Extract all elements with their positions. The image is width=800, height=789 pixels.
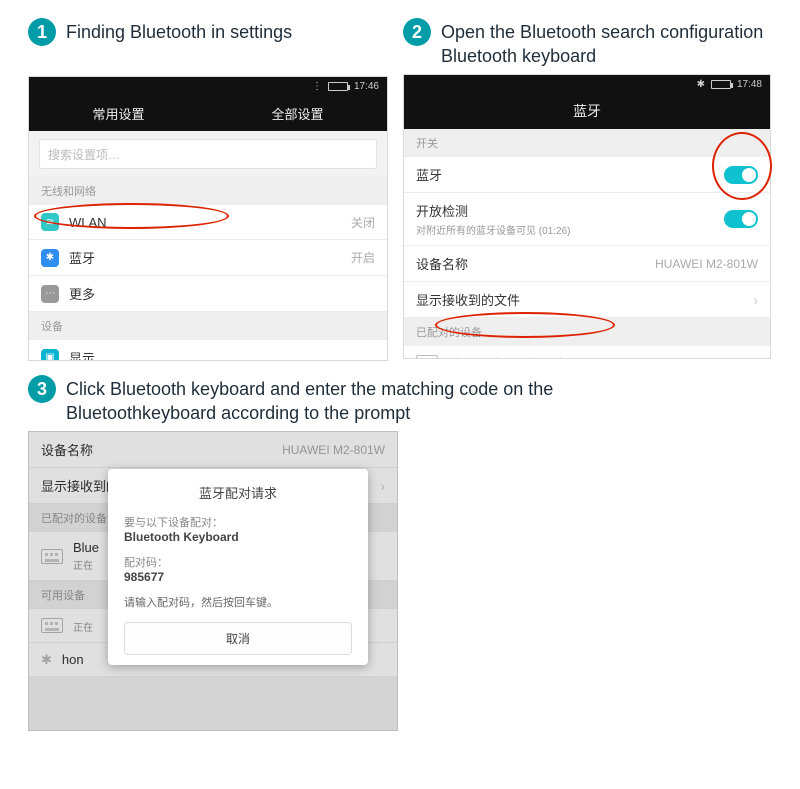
tab-common-settings[interactable]: 常用设置 — [29, 95, 208, 131]
chevron-right-icon: › — [753, 292, 758, 308]
item-device-name[interactable]: 设备名称 HUAWEI M2-801W — [404, 246, 770, 282]
status-bar: ✱ 17:48 — [404, 75, 770, 93]
display-label: 显示 — [69, 348, 375, 361]
search-input[interactable]: 搜索设置项… — [39, 139, 377, 169]
status-bar: ⋮ 17:46 — [29, 77, 387, 95]
pair-with-label: 要与以下设备配对： — [124, 514, 352, 530]
step2-badge: 2 — [403, 18, 431, 46]
item-bt-toggle[interactable]: 蓝牙 — [404, 157, 770, 193]
step3-text: Click Bluetooth keyboard and enter the m… — [66, 375, 553, 425]
wlan-label: WLAN — [69, 215, 341, 230]
display-icon: ▣ — [41, 349, 59, 362]
bt-label: 蓝牙 — [416, 165, 714, 184]
device-name-value: HUAWEI M2-801W — [655, 257, 758, 271]
cancel-button[interactable]: 取消 — [124, 622, 352, 655]
step3-badge: 3 — [28, 375, 56, 403]
pair-instruction: 请输入配对码，然后按回车键。 — [124, 594, 352, 610]
screen-title: 蓝牙 — [404, 93, 770, 129]
step2-text: Open the Bluetooth search configuration … — [441, 18, 763, 68]
section-switch: 开关 — [404, 129, 770, 157]
screenshot-bluetooth: ✱ 17:48 蓝牙 开关 蓝牙 开放检测 对附近所有的蓝牙设备可见 (01:2… — [403, 74, 771, 359]
bluetooth-state: 开启 — [351, 249, 375, 266]
pair-code-label: 配对码： — [124, 554, 352, 570]
keyboard-icon — [416, 355, 438, 359]
item-wlan[interactable]: ≋ WLAN 关闭 — [29, 205, 387, 240]
item-display[interactable]: ▣ 显示 — [29, 340, 387, 361]
item-more[interactable]: ⋯ 更多 — [29, 276, 387, 312]
more-icon: ⋯ — [41, 285, 59, 303]
device-name-label: 设备名称 — [416, 254, 645, 273]
toggle-on-icon[interactable] — [724, 166, 758, 184]
bluetooth-status-icon: ⋮ — [312, 81, 322, 92]
battery-icon — [711, 80, 731, 89]
bluetooth-label: 蓝牙 — [69, 248, 341, 267]
screenshot-settings: ⋮ 17:46 常用设置 全部设置 搜索设置项… 无线和网络 ≋ WLAN 关闭 — [28, 76, 388, 361]
pair-code-value: 985677 — [124, 570, 352, 584]
bluetooth-status-icon: ✱ — [697, 79, 705, 90]
step1-badge: 1 — [28, 18, 56, 46]
section-wireless: 无线和网络 — [29, 177, 387, 205]
battery-icon — [328, 82, 348, 91]
step1-text: Finding Bluetooth in settings — [66, 18, 292, 44]
dialog-title: 蓝牙配对请求 — [124, 483, 352, 502]
received-label: 显示接收到的文件 — [416, 290, 743, 309]
pairing-dialog: 蓝牙配对请求 要与以下设备配对： Bluetooth Keyboard 配对码：… — [108, 469, 368, 665]
item-bluetooth[interactable]: ✱ 蓝牙 开启 — [29, 240, 387, 276]
tab-all-settings[interactable]: 全部设置 — [208, 95, 387, 131]
keyboard-label: Bluetooth Keyboard — [448, 355, 758, 359]
bluetooth-icon: ✱ — [41, 249, 59, 267]
item-keyboard[interactable]: Bluetooth Keyboard — [404, 346, 770, 359]
section-device: 设备 — [29, 312, 387, 340]
item-discoverable[interactable]: 开放检测 对附近所有的蓝牙设备可见 (01:26) — [404, 193, 770, 246]
section-paired: 已配对的设备 — [404, 318, 770, 346]
discover-label: 开放检测 对附近所有的蓝牙设备可见 (01:26) — [416, 201, 714, 237]
toggle-on-icon[interactable] — [724, 210, 758, 228]
status-time: 17:46 — [354, 81, 379, 92]
pair-device-name: Bluetooth Keyboard — [124, 530, 352, 544]
wlan-state: 关闭 — [351, 214, 375, 231]
more-label: 更多 — [69, 284, 375, 303]
item-received-files[interactable]: 显示接收到的文件 › — [404, 282, 770, 318]
status-time: 17:48 — [737, 79, 762, 90]
wifi-icon: ≋ — [41, 213, 59, 231]
